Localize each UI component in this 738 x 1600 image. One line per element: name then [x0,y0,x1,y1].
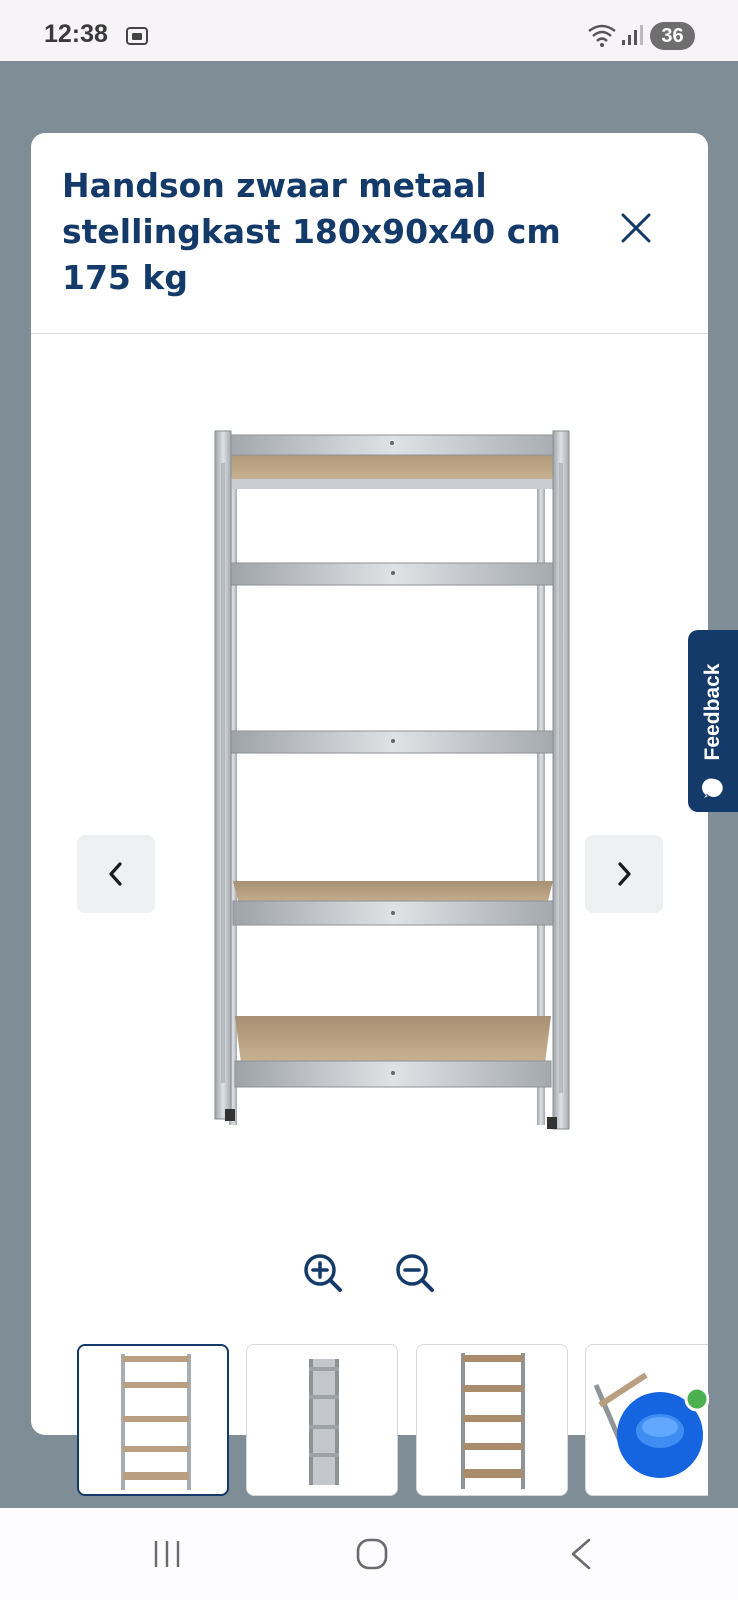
zoom-in-button[interactable] [300,1250,346,1296]
chat-bubble-icon [702,778,723,798]
zoom-out-button[interactable] [392,1250,438,1296]
feedback-label: Feedback [701,663,724,761]
wifi-icon [588,24,616,47]
product-image-modal: Handson zwaar metaal stellingkast 180x90… [31,133,708,1435]
thumbnail-image [461,1353,525,1489]
chevron-left-icon [109,862,122,886]
chevron-right-icon [618,862,631,886]
thumbnail-1[interactable] [77,1344,229,1496]
modal-title: Handson zwaar metaal stellingkast 180x90… [62,166,561,297]
thumbnail-image [121,1354,191,1490]
next-image-button[interactable] [585,835,663,913]
status-bar: 12:38 36 [0,0,738,61]
signal-icon [622,25,643,45]
home-icon[interactable] [354,1536,390,1572]
thumbnail-2[interactable] [246,1344,398,1496]
close-button[interactable] [613,205,659,251]
status-time: 12:38 [44,20,108,48]
feedback-tab[interactable]: Feedback [688,630,738,812]
screenshot-icon [126,27,148,45]
back-icon[interactable] [565,1536,597,1572]
close-icon [621,213,651,243]
recent-apps-icon[interactable] [150,1537,184,1571]
chat-assistant-button[interactable] [615,1385,709,1479]
thumbnail-image [309,1359,339,1485]
header-divider [31,333,708,334]
thumbnail-3[interactable] [416,1344,568,1496]
previous-image-button[interactable] [77,835,155,913]
battery-indicator: 36 [650,22,695,50]
product-image [214,430,570,1130]
page-backdrop [0,61,31,1508]
